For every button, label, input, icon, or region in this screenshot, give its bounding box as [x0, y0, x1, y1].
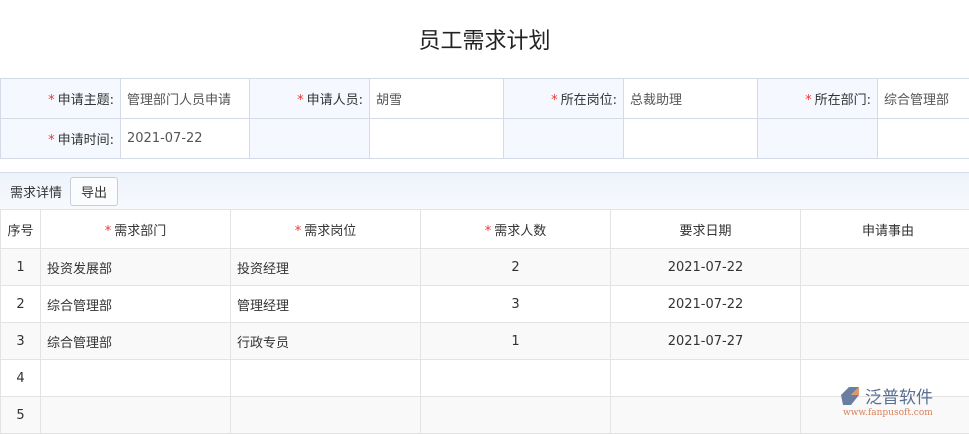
row-count[interactable]: 1	[421, 323, 611, 360]
section-label: 需求详情	[10, 182, 62, 201]
header-index: 序号	[1, 210, 41, 249]
row-count[interactable]: 3	[421, 286, 611, 323]
row-dept[interactable]: 投资发展部	[41, 249, 231, 286]
application-form: *申请主题: 管理部门人员申请 *申请人员: 胡雪 *所在岗位: 总裁助理 *所…	[0, 78, 969, 159]
time-label: 申请时间:	[58, 133, 114, 148]
row-index: 4	[1, 360, 41, 397]
demand-table: 序号 *需求部门 *需求岗位 *需求人数 要求日期 申请事由 1投资发展部投资经…	[0, 209, 969, 434]
header-dept: 需求部门	[114, 224, 166, 239]
row-index: 2	[1, 286, 41, 323]
row-reason[interactable]	[801, 249, 969, 286]
row-index: 3	[1, 323, 41, 360]
table-row[interactable]: 4	[1, 360, 969, 397]
row-reason[interactable]	[801, 323, 969, 360]
svg-text:泛普软件: 泛普软件	[865, 388, 933, 408]
table-row[interactable]: 2综合管理部管理经理32021-07-22	[1, 286, 969, 323]
header-count: 需求人数	[494, 224, 546, 239]
row-dept[interactable]: 综合管理部	[41, 286, 231, 323]
row-position[interactable]: 投资经理	[231, 249, 421, 286]
row-position[interactable]: 管理经理	[231, 286, 421, 323]
row-date[interactable]: 2021-07-22	[611, 286, 801, 323]
header-position: 需求岗位	[304, 224, 356, 239]
row-dept[interactable]: 综合管理部	[41, 323, 231, 360]
applicant-field[interactable]: 胡雪	[370, 79, 504, 119]
position-field[interactable]: 总裁助理	[624, 79, 758, 119]
time-field[interactable]: 2021-07-22	[121, 119, 250, 159]
table-row[interactable]: 3综合管理部行政专员12021-07-27	[1, 323, 969, 360]
row-dept[interactable]	[41, 397, 231, 434]
table-header: 序号 *需求部门 *需求岗位 *需求人数 要求日期 申请事由	[1, 210, 969, 249]
applicant-label: 申请人员:	[307, 93, 363, 108]
row-position[interactable]	[231, 397, 421, 434]
dept-label: 所在部门:	[815, 93, 871, 108]
row-count[interactable]	[421, 397, 611, 434]
fanpusoft-logo: 泛普软件 www.fanpusoft.com	[837, 383, 959, 419]
subject-field[interactable]: 管理部门人员申请	[121, 79, 250, 119]
header-reason: 申请事由	[801, 210, 969, 249]
row-reason[interactable]	[801, 286, 969, 323]
row-date[interactable]: 2021-07-27	[611, 323, 801, 360]
table-row[interactable]: 5	[1, 397, 969, 434]
section-toolbar: 需求详情 导出	[0, 172, 969, 209]
row-position[interactable]	[231, 360, 421, 397]
row-dept[interactable]	[41, 360, 231, 397]
row-date[interactable]	[611, 397, 801, 434]
table-row[interactable]: 1投资发展部投资经理22021-07-22	[1, 249, 969, 286]
row-count[interactable]	[421, 360, 611, 397]
header-date: 要求日期	[611, 210, 801, 249]
svg-text:www.fanpusoft.com: www.fanpusoft.com	[843, 408, 933, 418]
row-date[interactable]: 2021-07-22	[611, 249, 801, 286]
row-count[interactable]: 2	[421, 249, 611, 286]
row-index: 1	[1, 249, 41, 286]
row-position[interactable]: 行政专员	[231, 323, 421, 360]
row-date[interactable]	[611, 360, 801, 397]
position-label: 所在岗位:	[561, 93, 617, 108]
subject-label: 申请主题:	[58, 93, 114, 108]
dept-field[interactable]: 综合管理部	[878, 79, 969, 119]
page-title: 员工需求计划	[0, 0, 969, 78]
row-index: 5	[1, 397, 41, 434]
export-button[interactable]: 导出	[70, 177, 118, 206]
